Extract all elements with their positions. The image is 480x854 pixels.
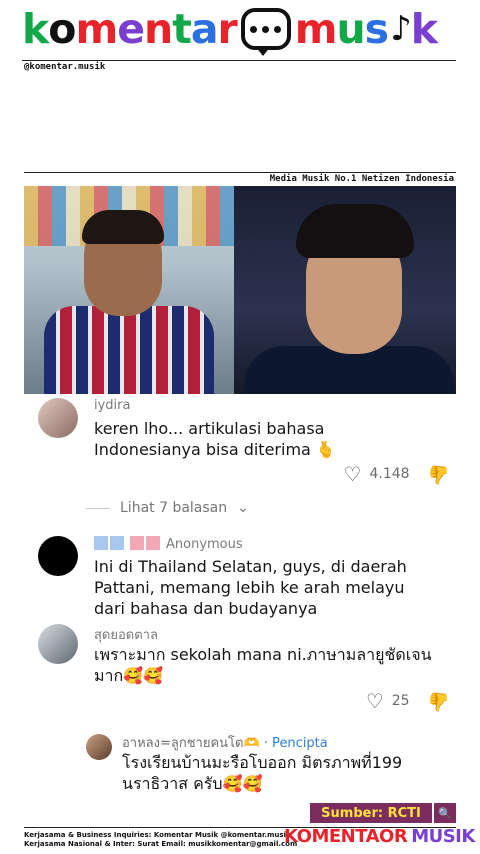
comment-text: Ini di Thailand Selatan, guys, di daerah… — [94, 557, 407, 618]
media-divider — [24, 172, 456, 173]
avatar[interactable] — [38, 536, 78, 576]
badge-square — [110, 536, 124, 550]
dislike-icon[interactable]: 👍 — [428, 464, 450, 485]
footer-line-1: Kerjasama & Business Inquiries: Komentar… — [24, 831, 291, 839]
chevron-down-icon: ⌄ — [237, 500, 249, 516]
logo-letter-a: a — [190, 4, 219, 53]
comment-text: keren lho... artikulasi bahasa Indonesia… — [94, 419, 336, 459]
dislike-icon[interactable]: 👍 — [428, 691, 450, 712]
logo-letter-k: k — [22, 4, 49, 53]
account-handle: @komentar.musik — [24, 62, 106, 72]
footer-logo: KOMENTAOR MUSIK — [284, 828, 475, 846]
logo-letter-s: s — [364, 4, 389, 53]
media-tagline: Media Musik No.1 Netizen Indonesia — [269, 174, 454, 184]
comment-username[interactable]: อาหลง=ลูกชายคนโต🫶 — [122, 736, 260, 751]
logo-letter-e: e — [117, 4, 145, 53]
comment-item[interactable]: สุดยอดตาล เพราะมาก sekolah mana ni.ภาษาม… — [38, 624, 450, 694]
video-frame[interactable] — [24, 186, 456, 394]
komentar-musik-logo: k o m e n t a r m u s ♪ k — [22, 4, 438, 56]
logo-letter-m2: m — [294, 4, 338, 53]
heart-icon[interactable]: ♡ — [366, 689, 384, 713]
heart-icon[interactable]: ♡ — [344, 462, 362, 486]
badge-square — [130, 536, 144, 550]
music-note-icon: ♪ — [390, 9, 412, 49]
reply-item[interactable]: อาหลง=ลูกชายคนโต🫶 · Pencipta โรงเรียนบ้า… — [86, 732, 450, 796]
logo-letter-o: o — [48, 4, 76, 53]
logo-letter-n: n — [144, 4, 173, 53]
judge-photo — [234, 186, 456, 394]
footer-line-2: Kerjasama Nasional & Inter: Surat Email:… — [24, 840, 298, 848]
replies-divider — [86, 507, 110, 509]
footer-logo-text-a: KOMENTAOR — [284, 826, 408, 847]
comment-text: โรงเรียนบ้านมะรือโบออก มิตรภาพที่199 นรา… — [122, 753, 403, 793]
reply-username-row: อาหลง=ลูกชายคนโต🫶 · Pencipta — [122, 732, 328, 753]
view-replies-link[interactable]: Lihat 7 balasan ⌄ — [86, 500, 249, 516]
logo-letter-r: r — [217, 4, 237, 53]
comment-text: เพราะมาก sekolah mana ni.ภาษามลายูชัดเจน… — [94, 645, 432, 685]
creator-tag: · Pencipta — [263, 736, 328, 751]
avatar[interactable] — [38, 624, 78, 664]
chat-bubble-icon — [240, 8, 291, 56]
comment-reactions: ♡ 4.148 👍 — [344, 462, 450, 486]
badge-square — [146, 536, 160, 550]
avatar[interactable] — [38, 398, 78, 438]
like-count: 4.148 — [369, 466, 410, 482]
comment-username[interactable]: Anonymous — [166, 537, 243, 552]
footer-logo-text-b: MUSIK — [411, 826, 475, 847]
header-divider — [22, 60, 456, 61]
view-replies-label: Lihat 7 balasan — [120, 500, 228, 516]
avatar[interactable] — [86, 734, 112, 760]
comment-reactions: ♡ 25 👍 — [366, 689, 450, 713]
comment-username[interactable]: iydira — [94, 398, 130, 413]
comment-username-row: Anonymous — [94, 536, 243, 552]
like-count: 25 — [391, 693, 410, 709]
logo-letter-k2: k — [410, 4, 438, 53]
search-icon[interactable]: 🔍 — [434, 803, 456, 823]
badge-square — [94, 536, 108, 550]
comment-username[interactable]: สุดยอดตาล — [94, 624, 158, 645]
logo-letter-m: m — [75, 4, 118, 53]
source-badge: Sumber: RCTI — [310, 803, 432, 823]
logo-letter-t: t — [172, 4, 192, 53]
boy-photo — [24, 186, 234, 394]
logo-letter-u: u — [336, 4, 365, 53]
footer-contact: Kerjasama & Business Inquiries: Komentar… — [24, 831, 297, 849]
comment-item[interactable]: Anonymous Ini di Thailand Selatan, guys,… — [38, 536, 450, 618]
